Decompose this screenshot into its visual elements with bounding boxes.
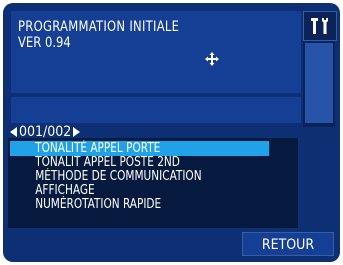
footer-panel <box>8 230 238 256</box>
page-prev-icon[interactable] <box>10 127 17 137</box>
menu-item-label: AFFICHAGE <box>35 183 95 198</box>
move-arrows-icon <box>205 52 219 66</box>
menu-item-label: MÉTHODE DE COMMUNICATION <box>35 169 202 184</box>
menu-item-label: TONALIT APPEL POSTE 2ND <box>35 155 180 170</box>
tools-button[interactable] <box>303 11 337 41</box>
menu-item-tonalite-appel-porte[interactable]: TONALITÉ APPEL PORTE <box>10 141 270 156</box>
header-panel: PROGRAMMATION INITIALE VER 0.94 <box>11 11 301 93</box>
menu-item-label: NUMÉROTATION RAPIDE <box>35 197 162 212</box>
menu-item-affichage[interactable]: AFFICHAGE <box>10 183 269 198</box>
page-next-icon[interactable] <box>73 127 81 137</box>
menu-item-label: TONALITÉ APPEL PORTE <box>35 141 161 156</box>
tools-icon <box>311 17 328 34</box>
scrollbar-thumb[interactable] <box>305 43 333 123</box>
menu-item-methode-de-communication[interactable]: MÉTHODE DE COMMUNICATION <box>10 169 269 184</box>
pager-panel <box>11 97 301 123</box>
menu-item-numerotation-rapide[interactable]: NUMÉROTATION RAPIDE <box>10 197 269 212</box>
back-button[interactable]: RETOUR <box>242 232 334 256</box>
page-title: PROGRAMMATION INITIALE <box>18 19 180 35</box>
menu-item-tonalite-appel-poste-2nd[interactable]: TONALIT APPEL POSTE 2ND <box>10 155 269 170</box>
version-label: VER 0.94 <box>18 35 71 51</box>
